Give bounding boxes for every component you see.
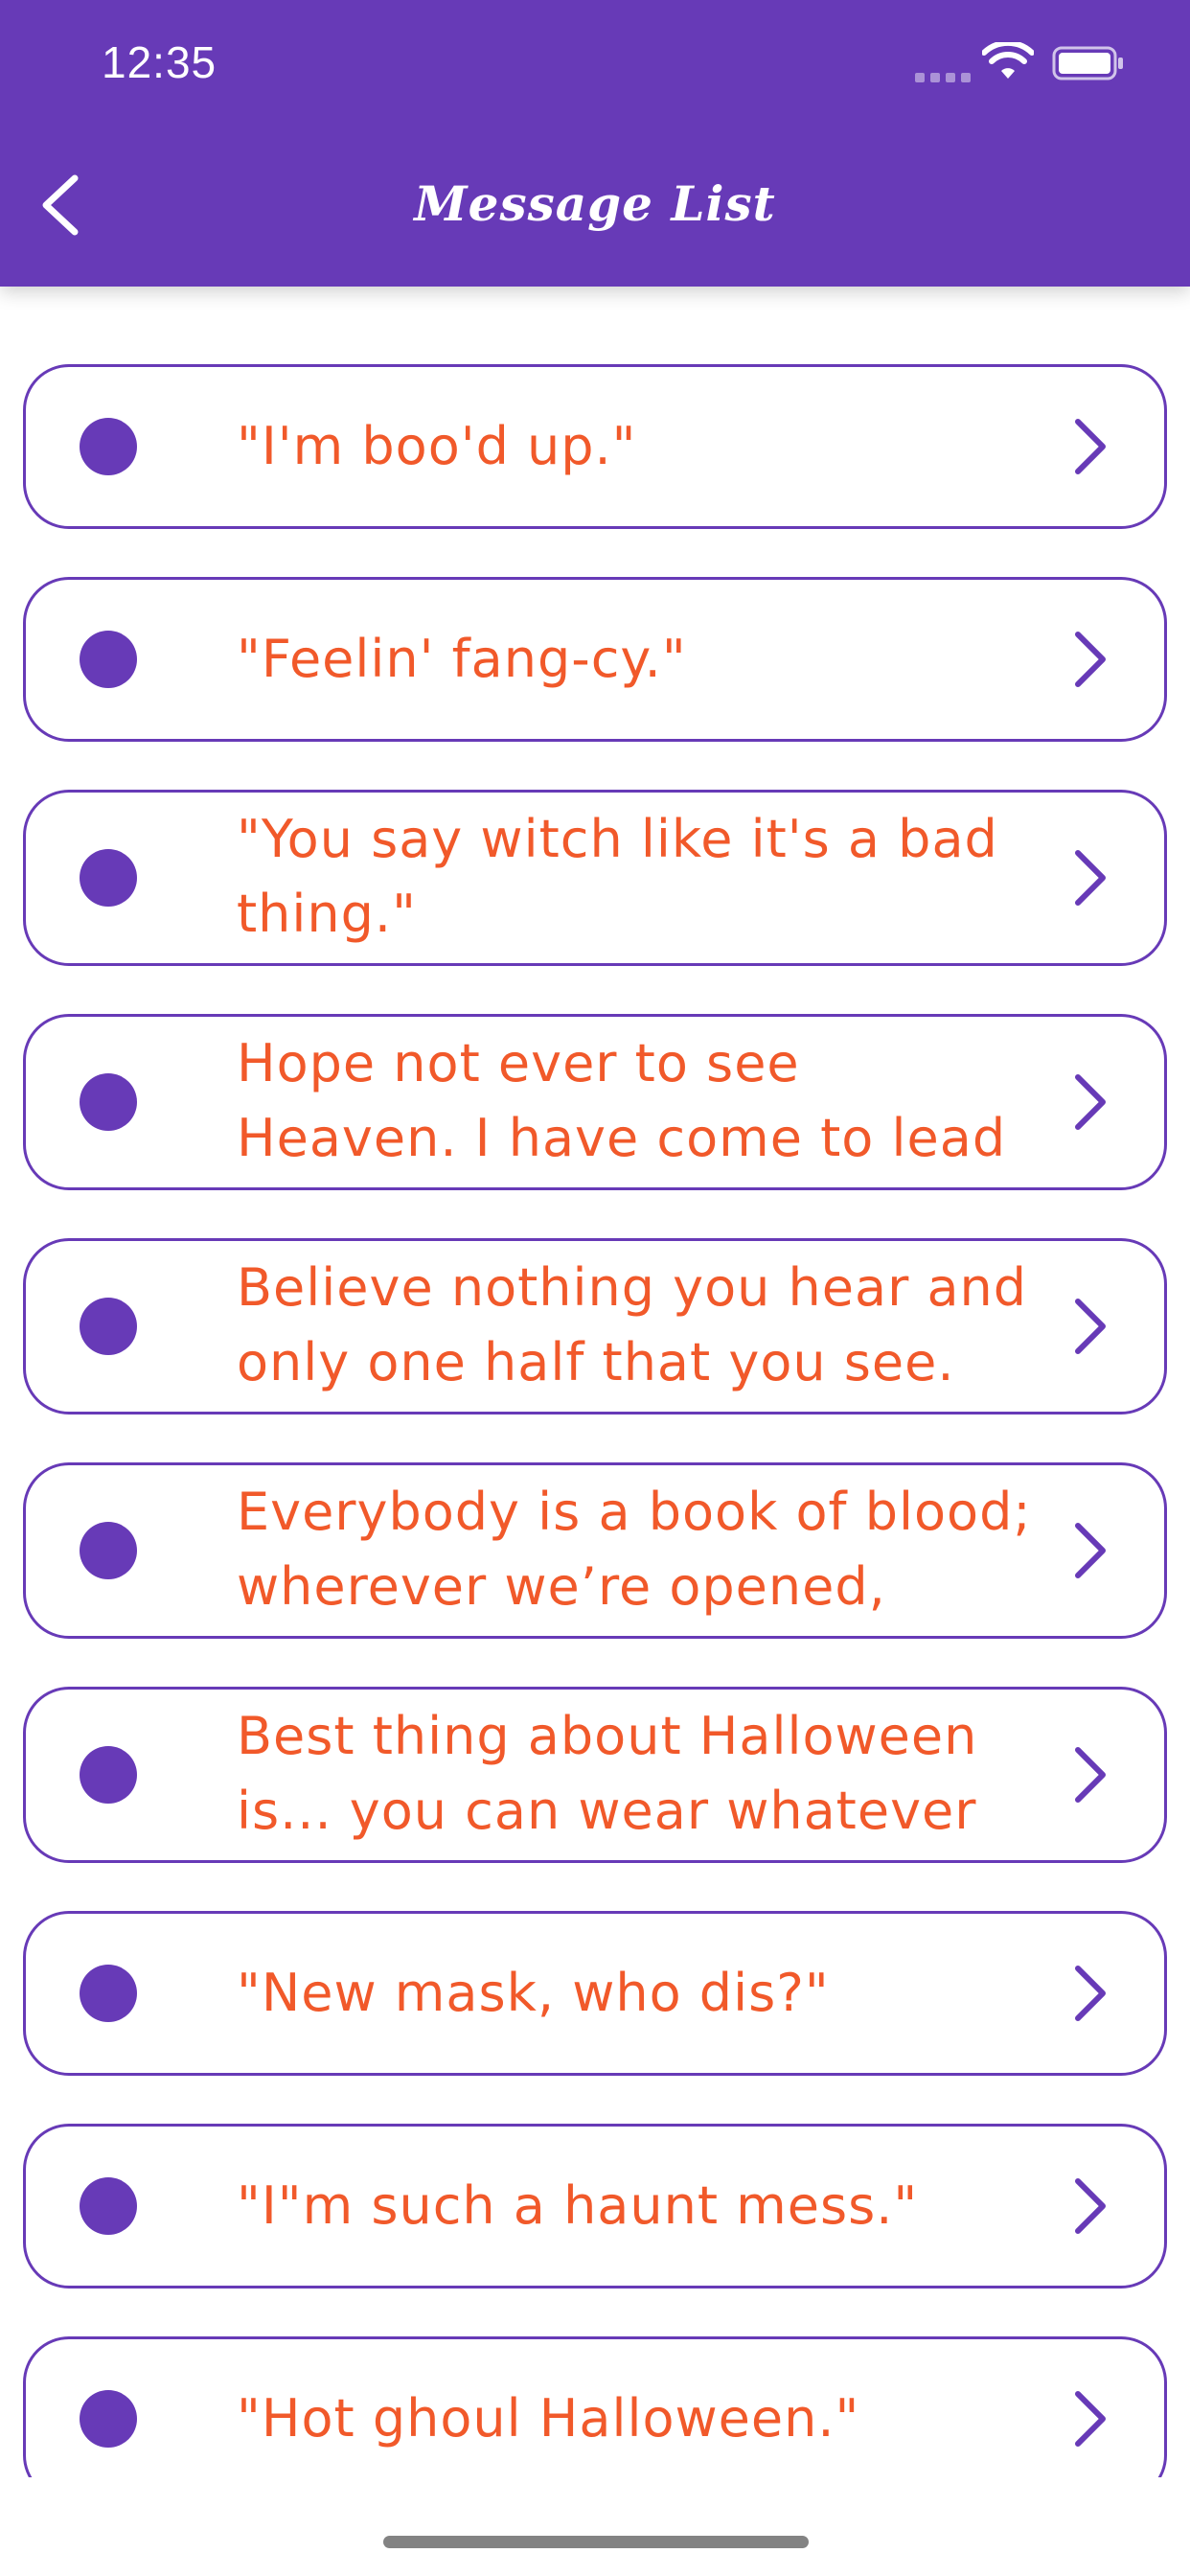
message-item[interactable]: Best thing about Halloween is... you can…	[23, 1687, 1167, 1863]
battery-icon	[1052, 46, 1123, 80]
wifi-icon	[982, 42, 1034, 79]
bullet-dot	[80, 1073, 137, 1131]
chevron-right-icon	[1075, 419, 1106, 474]
chevron-right-icon	[1075, 2391, 1106, 2447]
status-time: 12:35	[102, 37, 217, 87]
message-text: "I"m such a haunt mess."	[237, 2175, 919, 2236]
chevron-right-icon	[1075, 1299, 1106, 1354]
message-item[interactable]: "Feelin' fang-cy."	[23, 577, 1167, 742]
message-text: "You say witch like it's a bad thing."	[237, 809, 998, 944]
bullet-dot	[80, 1298, 137, 1355]
message-text: Hope not ever to see Heaven. I have come…	[237, 1033, 1007, 1168]
signal-icon	[915, 69, 973, 82]
bullet-dot	[80, 1522, 137, 1579]
message-list: "I'm boo'd up." "Feelin' fang-cy." "You …	[23, 364, 1167, 2549]
message-item[interactable]: Believe nothing you hear and only one ha…	[23, 1238, 1167, 1414]
message-item[interactable]: "I'm boo'd up."	[23, 364, 1167, 529]
chevron-right-icon	[1075, 1523, 1106, 1578]
message-text: "I'm boo'd up."	[237, 416, 637, 476]
message-item[interactable]: Everybody is a book of blood; wherever w…	[23, 1462, 1167, 1639]
bullet-dot	[80, 1965, 137, 2022]
message-text: Everybody is a book of blood; wherever w…	[237, 1482, 1032, 1617]
bottom-safe-area	[0, 2477, 1190, 2576]
home-indicator[interactable]	[383, 2536, 809, 2548]
bullet-dot	[80, 631, 137, 688]
bullet-dot	[80, 1746, 137, 1804]
chevron-right-icon	[1075, 632, 1106, 687]
message-text: Best thing about Halloween is... you can…	[237, 1706, 978, 1841]
chevron-right-icon	[1075, 850, 1106, 906]
bullet-dot	[80, 849, 137, 907]
chevron-right-icon	[1075, 2178, 1106, 2234]
message-text: "Feelin' fang-cy."	[237, 629, 687, 689]
chevron-right-icon	[1075, 1747, 1106, 1803]
page-title: Message List	[414, 175, 776, 232]
message-text: Believe nothing you hear and only one ha…	[237, 1257, 1028, 1392]
message-text: "New mask, who dis?"	[237, 1963, 830, 2023]
bullet-dot	[80, 2177, 137, 2235]
bullet-dot	[80, 2390, 137, 2448]
message-text: "Hot ghoul Halloween."	[237, 2388, 860, 2449]
message-item[interactable]: "I"m such a haunt mess."	[23, 2124, 1167, 2288]
bullet-dot	[80, 418, 137, 475]
message-item[interactable]: "New mask, who dis?"	[23, 1911, 1167, 2076]
chevron-right-icon	[1075, 1966, 1106, 2021]
chevron-right-icon	[1075, 1074, 1106, 1130]
message-item[interactable]: "You say witch like it's a bad thing."	[23, 790, 1167, 966]
app-header: 12:35 Message List	[0, 0, 1190, 287]
message-item[interactable]: Hope not ever to see Heaven. I have come…	[23, 1014, 1167, 1190]
